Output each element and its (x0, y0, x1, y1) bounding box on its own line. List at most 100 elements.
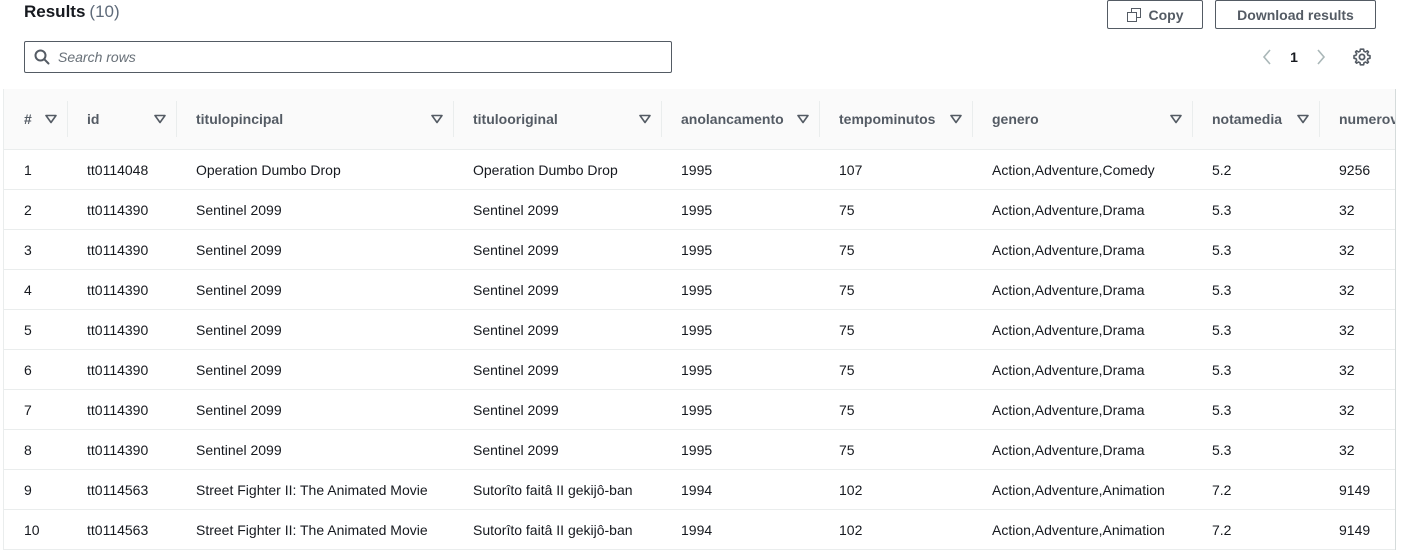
search-box (24, 41, 672, 73)
table-cell: 5.3 (1192, 429, 1319, 470)
table-cell: 75 (819, 189, 972, 230)
column-header[interactable]: titulooriginal (453, 89, 661, 150)
table-cell: 1995 (661, 189, 819, 230)
table-cell: Sentinel 2099 (176, 229, 453, 270)
column-header[interactable]: anolancamento (661, 89, 819, 150)
table-cell: 1 (4, 149, 67, 190)
table-cell: 5.3 (1192, 189, 1319, 230)
chevron-right-icon (1317, 49, 1326, 65)
table-cell: 5.3 (1192, 309, 1319, 350)
table-cell: 5.3 (1192, 269, 1319, 310)
table-cell: Action,Adventure,Drama (972, 229, 1192, 270)
table-cell: tt0114563 (67, 509, 176, 550)
table-row[interactable]: 8 tt0114390 Sentinel 2099 Sentinel 2099 1995… (4, 429, 1395, 470)
table-row[interactable]: 3 tt0114390 Sentinel 2099 Sentinel 2099 1995… (4, 229, 1395, 270)
table-row[interactable]: 4 tt0114390 Sentinel 2099 Sentinel 2099 1995… (4, 269, 1395, 310)
table-cell: tt0114390 (67, 229, 176, 270)
current-page[interactable]: 1 (1278, 49, 1310, 65)
column-header[interactable]: genero (972, 89, 1192, 150)
caret-down-icon[interactable] (950, 114, 962, 124)
table-cell: 5.2 (1192, 149, 1319, 190)
table-cell: Sentinel 2099 (453, 229, 661, 270)
table-cell: Action,Adventure,Comedy (972, 149, 1192, 190)
pagination: 1 (1256, 45, 1332, 69)
results-count: (10) (89, 2, 120, 21)
column-header[interactable]: # (4, 89, 67, 150)
table-cell: 107 (819, 149, 972, 190)
caret-down-icon[interactable] (1297, 114, 1309, 124)
table-row[interactable]: 5 tt0114390 Sentinel 2099 Sentinel 2099 1995… (4, 309, 1395, 350)
table-cell: Sentinel 2099 (453, 429, 661, 470)
column-header-label: numerov (1339, 111, 1396, 127)
table-cell: 1995 (661, 389, 819, 430)
results-table: # id titulopincipal titulooriginal anolancam… (4, 89, 1396, 550)
caret-down-icon[interactable] (1170, 114, 1182, 124)
caret-down-icon[interactable] (431, 114, 443, 124)
column-header[interactable]: notamedia (1192, 89, 1319, 150)
table-cell: Sentinel 2099 (176, 389, 453, 430)
gear-icon[interactable] (1353, 48, 1371, 66)
table-row[interactable]: 1 tt0114048 Operation Dumbo Drop Operation … (4, 149, 1395, 190)
table-cell: tt0114390 (67, 189, 176, 230)
table-cell: Sutorîto faitâ II gekijô-ban (453, 509, 661, 550)
caret-down-icon[interactable] (45, 114, 57, 124)
table-cell: Sentinel 2099 (176, 269, 453, 310)
table-cell: Street Fighter II: The Animated Movie (176, 469, 453, 510)
table-cell: 10 (4, 509, 67, 550)
table-cell: 32 (1319, 429, 1395, 470)
table-row[interactable]: 9 tt0114563 Street Fighter II: The Animate… (4, 469, 1395, 510)
table-cell: Action,Adventure,Drama (972, 309, 1192, 350)
table-cell: Action,Adventure,Animation (972, 469, 1192, 510)
table-cell: 5.3 (1192, 229, 1319, 270)
table-row[interactable]: 10 tt0114563 Street Fighter II: The Animat… (4, 509, 1395, 550)
table-cell: 3 (4, 229, 67, 270)
column-header-label: anolancamento (681, 111, 784, 127)
search-input[interactable] (58, 49, 638, 65)
table-row[interactable]: 7 tt0114390 Sentinel 2099 Sentinel 2099 1995… (4, 389, 1395, 430)
table-cell: Operation Dumbo Drop (176, 149, 453, 190)
table-cell: Action,Adventure,Drama (972, 349, 1192, 390)
table-cell: tt0114390 (67, 429, 176, 470)
table-cell: 1995 (661, 269, 819, 310)
column-header-label: # (24, 111, 32, 127)
table-cell: 75 (819, 349, 972, 390)
table-cell: 5.3 (1192, 349, 1319, 390)
chevron-left-icon (1262, 49, 1271, 65)
search-icon (34, 49, 50, 65)
table-cell: 102 (819, 469, 972, 510)
table-cell: 9256 (1319, 149, 1395, 190)
table-cell: Sentinel 2099 (453, 349, 661, 390)
table-cell: tt0114390 (67, 349, 176, 390)
table-row[interactable]: 2 tt0114390 Sentinel 2099 Sentinel 2099 1995… (4, 189, 1395, 230)
table-row[interactable]: 6 tt0114390 Sentinel 2099 Sentinel 2099 1995… (4, 349, 1395, 390)
table-cell: 1994 (661, 509, 819, 550)
column-header[interactable]: id (67, 89, 176, 150)
table-cell: Action,Adventure,Drama (972, 429, 1192, 470)
column-header[interactable]: tempominutos (819, 89, 972, 150)
copy-icon (1126, 7, 1141, 22)
caret-down-icon[interactable] (154, 114, 166, 124)
next-page-button[interactable] (1310, 45, 1332, 69)
previous-page-button[interactable] (1256, 45, 1278, 69)
table-cell: 5 (4, 309, 67, 350)
table-cell: Sentinel 2099 (176, 349, 453, 390)
table-cell: tt0114390 (67, 269, 176, 310)
results-table-container[interactable]: # id titulopincipal titulooriginal anolancam… (3, 89, 1396, 550)
table-cell: 1995 (661, 229, 819, 270)
table-cell: 32 (1319, 389, 1395, 430)
table-cell: 1994 (661, 469, 819, 510)
column-header[interactable]: numerov (1319, 89, 1396, 150)
table-cell: 1995 (661, 429, 819, 470)
copy-button[interactable]: Copy (1107, 0, 1203, 29)
caret-down-icon[interactable] (639, 114, 651, 124)
download-results-button[interactable]: Download results (1215, 0, 1376, 29)
table-cell: 1995 (661, 349, 819, 390)
caret-down-icon[interactable] (797, 114, 809, 124)
column-header[interactable]: titulopincipal (176, 89, 453, 150)
results-panel: Results(10) Copy Download results 1 (0, 0, 1405, 550)
table-cell: Action,Adventure,Drama (972, 389, 1192, 430)
table-cell: 4 (4, 269, 67, 310)
table-cell: 7.2 (1192, 469, 1319, 510)
column-header-label: id (87, 111, 100, 127)
table-cell: 75 (819, 309, 972, 350)
